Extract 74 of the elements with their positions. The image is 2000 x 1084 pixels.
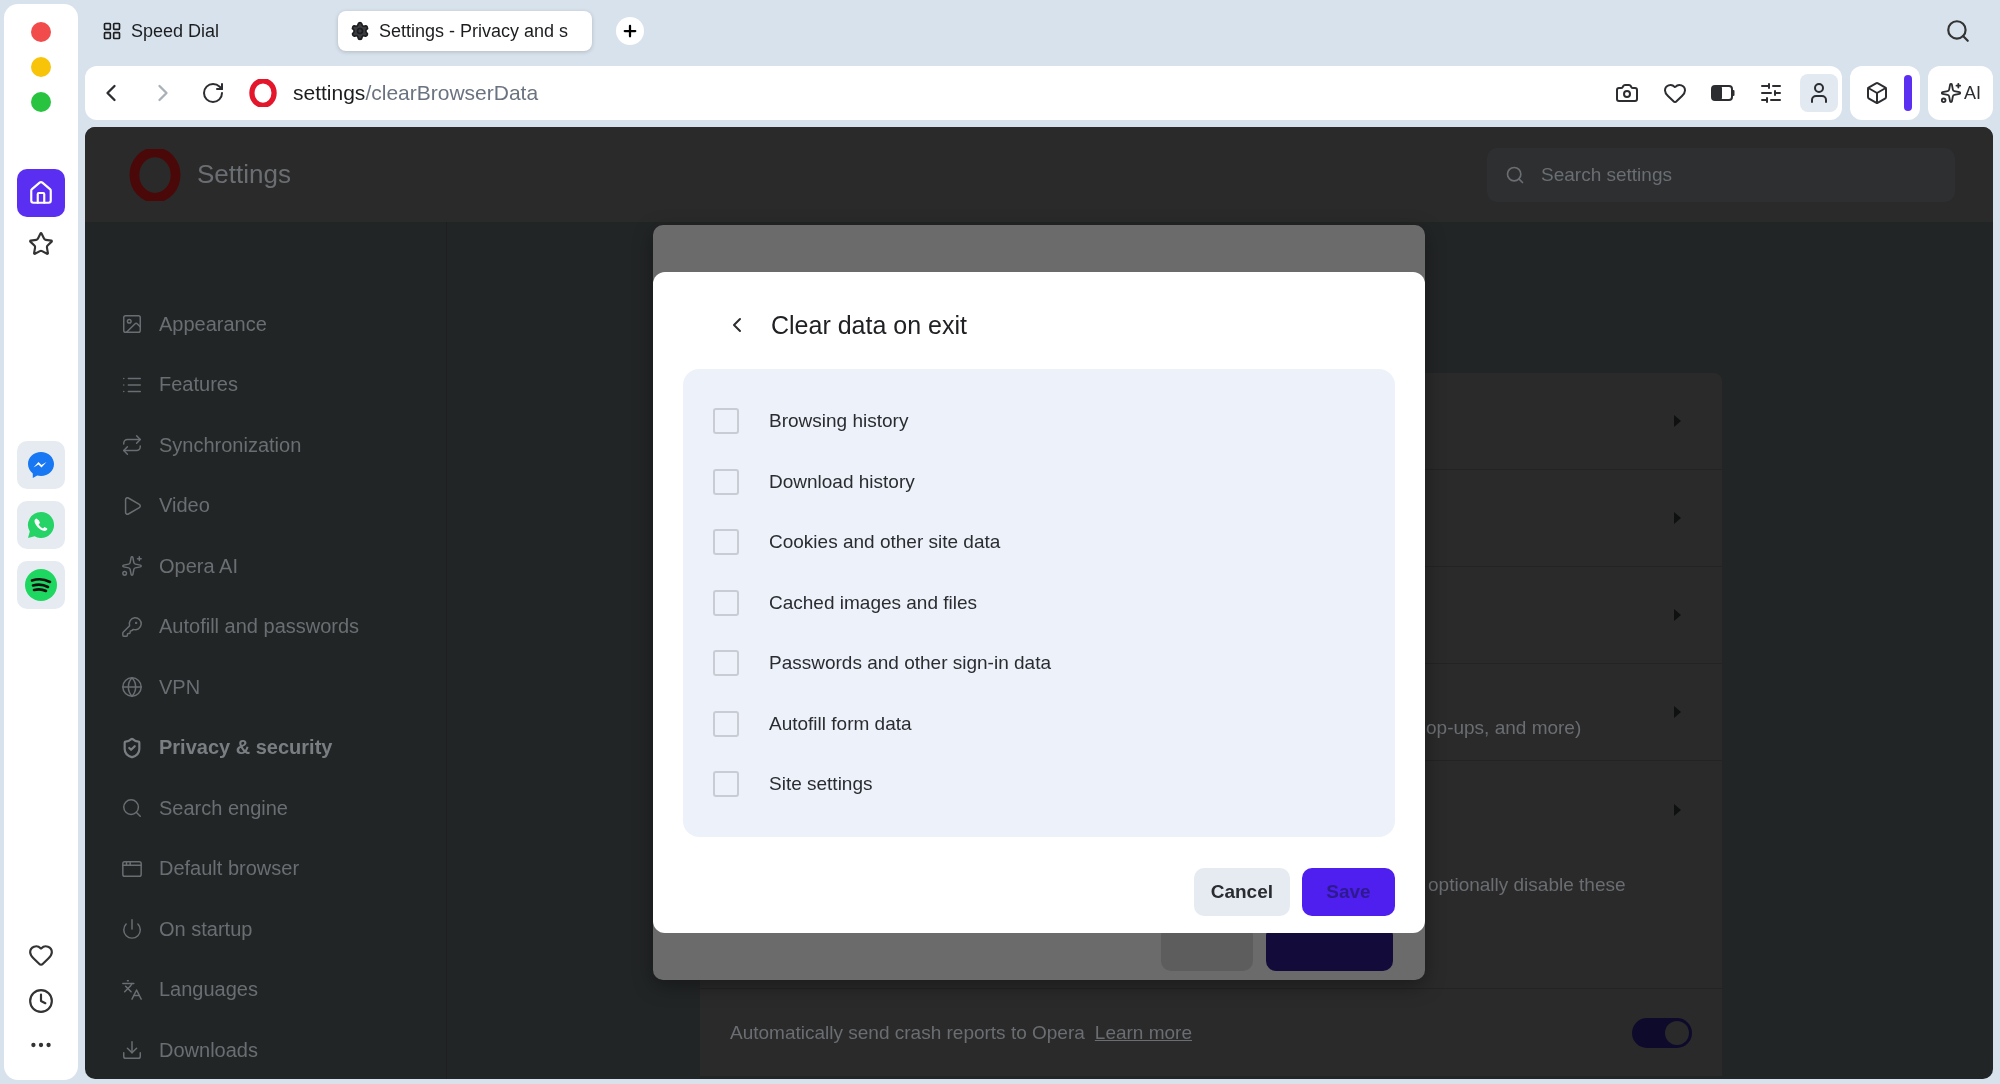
nav-item[interactable]: Languages: [85, 959, 446, 1020]
row-text: optionally disable these: [1428, 874, 1626, 896]
option-label: Cached images and files: [769, 591, 978, 614]
checkbox[interactable]: [713, 468, 739, 495]
option-label: Autofill form data: [769, 712, 912, 735]
nav-item[interactable]: Video: [85, 475, 446, 536]
sound-waves-icon: [23, 567, 59, 603]
checkbox[interactable]: [713, 529, 739, 556]
nav-item[interactable]: Autofill and passwords: [85, 596, 446, 657]
power-icon: [121, 918, 143, 941]
nav-item[interactable]: Features: [85, 354, 446, 415]
nav-item[interactable]: Downloads: [85, 1020, 446, 1079]
close-dot[interactable]: [31, 22, 51, 42]
sidebar-indicator: [1904, 75, 1912, 111]
new-tab-button[interactable]: [616, 17, 644, 45]
checkbox[interactable]: [713, 650, 739, 677]
gear-icon: [350, 21, 370, 41]
address-text[interactable]: settings/clearBrowserData: [293, 81, 539, 105]
key-icon: [121, 615, 143, 638]
row-text: Automatically send crash reports to Opera: [730, 1021, 1085, 1044]
option-label: Cookies and other site data: [769, 531, 1001, 554]
plus-icon: [621, 22, 639, 40]
search-field[interactable]: Search settings: [1487, 147, 1955, 202]
checkbox[interactable]: [713, 589, 739, 616]
option-label: Passwords and other sign-in data: [769, 652, 1051, 675]
clock-icon[interactable]: [28, 988, 54, 1014]
nav-item[interactable]: Privacy & security: [85, 717, 446, 778]
dialog-title: Clear data on exit: [771, 310, 967, 340]
sparkle-icon: [1940, 82, 1962, 104]
logo-icon: [249, 79, 277, 107]
chat-bubble-icon: [25, 449, 57, 481]
nav-item[interactable]: Default browser: [85, 838, 446, 899]
home-icon: [28, 180, 54, 206]
checkbox[interactable]: [713, 710, 739, 737]
sound-waves-app[interactable]: [17, 561, 65, 609]
language-icon: [121, 978, 143, 1001]
nav-item[interactable]: Appearance: [85, 294, 446, 355]
toggle-switch[interactable]: [1632, 1017, 1692, 1048]
search-icon: [1505, 164, 1525, 185]
heart-icon[interactable]: [28, 942, 54, 968]
image-icon: [121, 313, 143, 336]
reload-icon[interactable]: [201, 81, 225, 105]
minimize-dot[interactable]: [31, 57, 51, 77]
phone-bubble-icon: [25, 509, 57, 541]
nav-item[interactable]: On startup: [85, 899, 446, 960]
globe-icon: [121, 676, 143, 699]
row-text: op-ups, and more): [1426, 717, 1582, 739]
search-icon[interactable]: [1945, 18, 1971, 44]
browser-tab[interactable]: Settings - Privacy and s: [338, 11, 592, 51]
sparkle-icon: [121, 555, 143, 578]
nav-item[interactable]: Synchronization: [85, 415, 446, 476]
nav-item[interactable]: VPN: [85, 657, 446, 718]
page-title: Settings: [197, 159, 291, 190]
option-label: Download history: [769, 470, 915, 493]
shield-icon: [121, 736, 143, 759]
search-icon: [121, 797, 143, 820]
checkbox[interactable]: [713, 771, 739, 798]
browser-tab[interactable]: Speed Dial: [90, 11, 330, 51]
sync-icon: [121, 434, 143, 457]
cancel-button[interactable]: Cancel: [1193, 867, 1290, 916]
option-label: Site settings: [769, 773, 873, 796]
grid-icon: [102, 21, 122, 41]
nav-item[interactable]: Opera AI: [85, 536, 446, 597]
maximize-dot[interactable]: [31, 92, 51, 112]
logo-icon: [129, 148, 181, 201]
option-label: Browsing history: [769, 410, 909, 433]
chat-bubble-app[interactable]: [17, 441, 65, 489]
nav-item[interactable]: Search engine: [85, 778, 446, 839]
home-button[interactable]: [17, 169, 65, 217]
checkbox[interactable]: [713, 408, 739, 435]
download-icon: [121, 1039, 143, 1062]
profile-button[interactable]: [1800, 74, 1838, 112]
star-icon[interactable]: [28, 231, 54, 257]
learn-more-link[interactable]: Learn more: [1094, 1021, 1192, 1044]
